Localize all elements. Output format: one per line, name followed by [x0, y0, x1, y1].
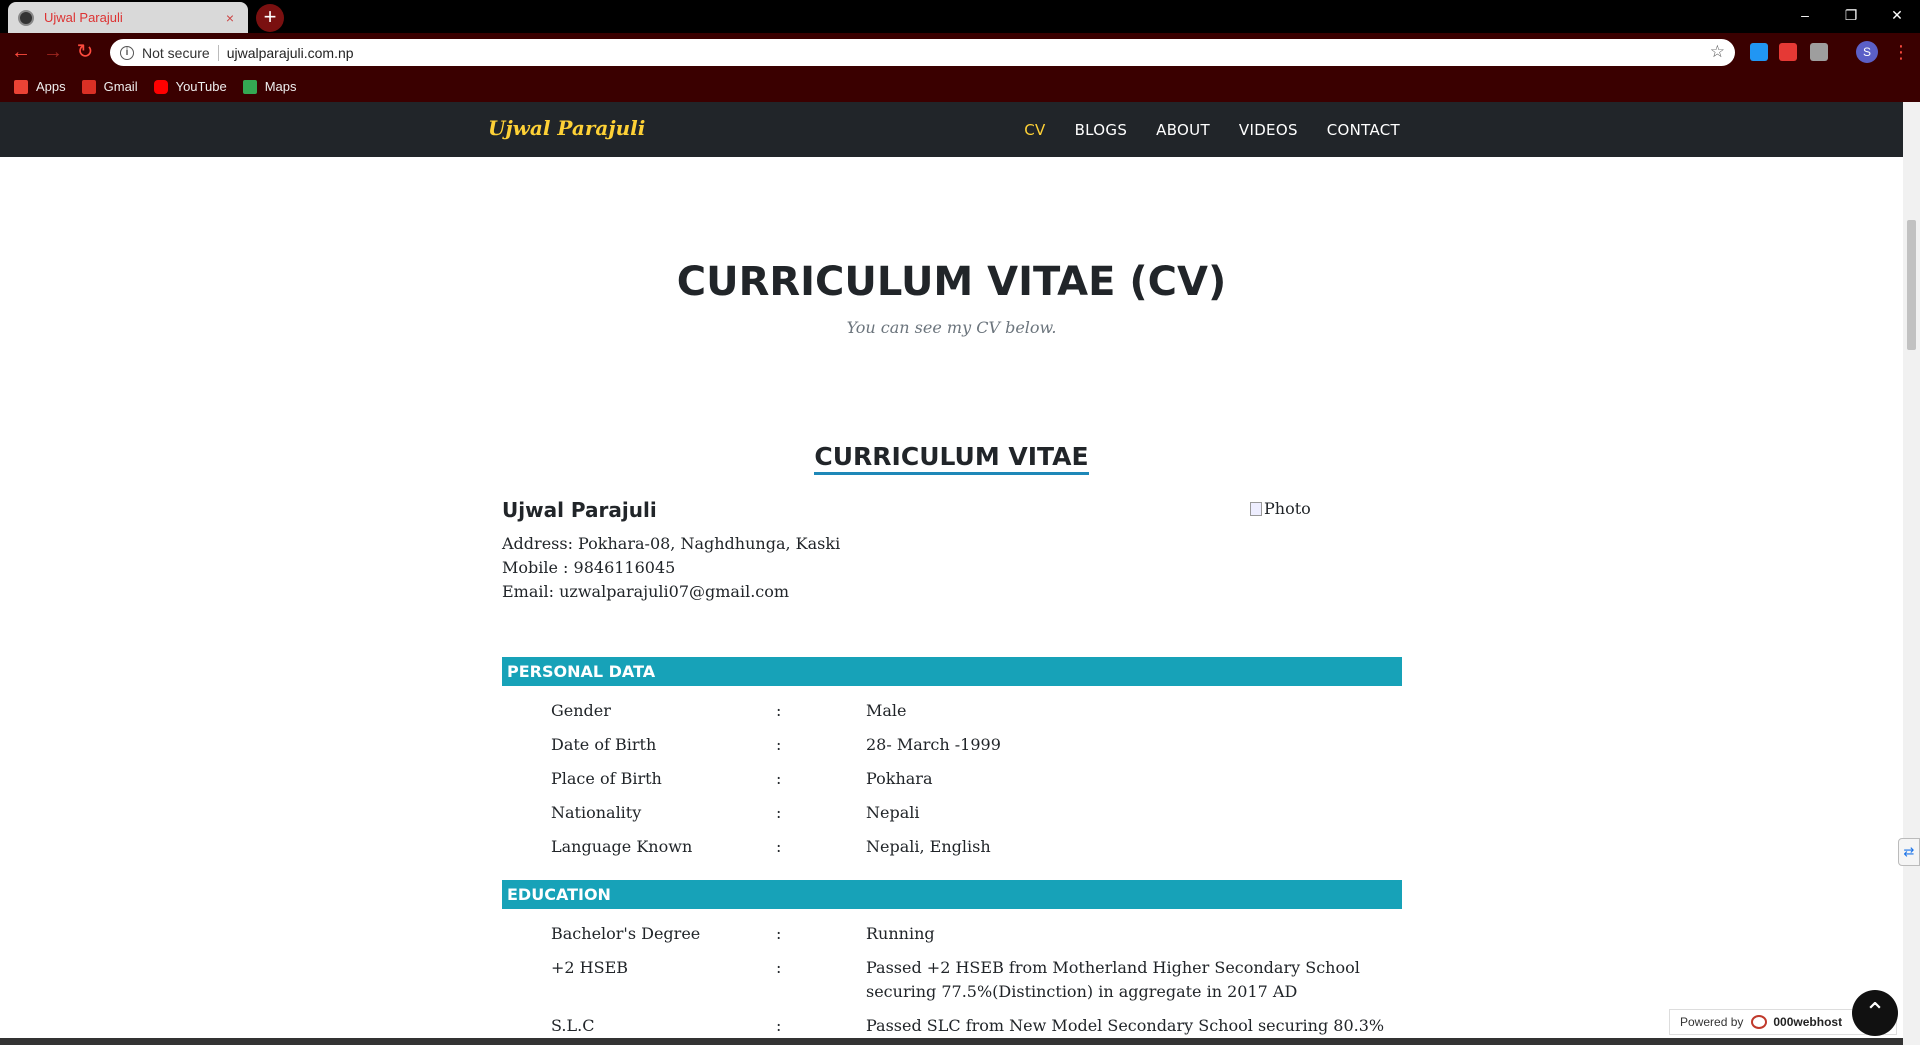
host-name: 000webhost: [1773, 1015, 1843, 1029]
powered-by-label: Powered by: [1680, 1015, 1744, 1029]
field-value: Nepali: [866, 803, 920, 822]
field-key: Date of Birth: [551, 735, 657, 754]
bookmark-apps[interactable]: Apps: [14, 79, 66, 94]
field-key: Language Known: [551, 837, 693, 856]
cv-heading-wrap: CURRICULUM VITAE: [0, 442, 1903, 475]
back-to-top-button[interactable]: ⌃: [1852, 990, 1898, 1036]
nav-cv[interactable]: CV: [1024, 121, 1045, 139]
field-sep: :: [776, 803, 782, 822]
field-value: 28- March -1999: [866, 735, 1001, 754]
cv-contact: Address: Pokhara-08, Naghdhunga, Kaski M…: [502, 532, 840, 604]
security-label[interactable]: Not secure: [142, 44, 219, 61]
site-favicon-icon: [18, 9, 34, 26]
field-sep: :: [776, 701, 782, 720]
nav-blogs[interactable]: BLOGS: [1075, 121, 1128, 139]
profile-avatar[interactable]: S: [1856, 41, 1878, 63]
pocket-icon[interactable]: [1779, 43, 1797, 61]
bookmark-star-icon[interactable]: ☆: [1710, 42, 1725, 62]
tab-close-icon[interactable]: ×: [222, 10, 238, 26]
nav-about[interactable]: ABOUT: [1156, 121, 1210, 139]
cv-email: Email: uzwalparajuli07@gmail.com: [502, 582, 790, 601]
field-value: Running: [866, 924, 935, 943]
field-value: Nepali, English: [866, 837, 991, 856]
close-window-button[interactable]: ✕: [1874, 0, 1920, 30]
webhost-logo-icon: [1751, 1015, 1768, 1029]
new-tab-button[interactable]: +: [256, 4, 284, 32]
field-sep: :: [776, 924, 782, 943]
scrollbar-thumb[interactable]: [1907, 220, 1916, 350]
field-key: Place of Birth: [551, 769, 662, 788]
restore-button[interactable]: ❐: [1828, 0, 1874, 30]
field-key: Gender: [551, 701, 611, 720]
nav-links: CV BLOGS ABOUT VIDEOS CONTACT: [995, 102, 1400, 157]
field-key: Nationality: [551, 803, 642, 822]
nav-contact[interactable]: CONTACT: [1327, 121, 1400, 139]
field-key: S.L.C: [551, 1016, 595, 1035]
extension-puzzle-icon[interactable]: [1810, 43, 1828, 61]
cv-heading: CURRICULUM VITAE: [814, 442, 1089, 475]
field-sep: :: [776, 735, 782, 754]
forward-arrow-icon[interactable]: →: [42, 41, 64, 63]
cv-mobile: Mobile : 9846116045: [502, 558, 676, 577]
bookmark-label: Apps: [36, 79, 66, 94]
browser-tab[interactable]: Ujwal Parajuli ×: [8, 2, 248, 33]
cv-name: Ujwal Parajuli: [502, 498, 657, 522]
field-key: +2 HSEB: [551, 958, 629, 977]
field-sep: :: [776, 837, 782, 856]
extension-icon[interactable]: [1750, 43, 1768, 61]
field-value: Male: [866, 701, 907, 720]
field-sep: :: [776, 1016, 782, 1035]
apps-grid-icon: [14, 79, 28, 94]
cv-photo: Photo: [1250, 499, 1311, 518]
gmail-icon: [81, 79, 96, 94]
tab-title: Ujwal Parajuli: [44, 10, 123, 25]
url-text[interactable]: ujwalparajuli.com.np: [227, 45, 354, 61]
bookmark-label: YouTube: [175, 79, 227, 94]
page-scrollbar[interactable]: [1903, 102, 1920, 1045]
teamviewer-icon[interactable]: ⇄: [1898, 838, 1920, 866]
bookmark-maps[interactable]: Maps: [242, 79, 297, 94]
section-personal-data: PERSONAL DATA: [502, 657, 1402, 686]
field-key: Bachelor's Degree: [551, 924, 701, 943]
bookmark-label: Gmail: [103, 79, 138, 94]
cv-address: Address: Pokhara-08, Naghdhunga, Kaski: [502, 534, 841, 553]
nav-videos[interactable]: VIDEOS: [1239, 121, 1298, 139]
section-education: EDUCATION: [502, 880, 1402, 909]
page-bottom-strip: [0, 1038, 1903, 1045]
browser-tab-bar: Ujwal Parajuli × + – ❐ ✕: [0, 0, 1920, 33]
maps-icon: [242, 79, 257, 94]
bookmarks-bar: Apps Gmail YouTube Maps: [0, 71, 1920, 102]
bookmark-gmail[interactable]: Gmail: [81, 79, 138, 94]
broken-image-icon: [1250, 501, 1262, 516]
menu-kebab-icon[interactable]: ⋮: [1892, 41, 1910, 63]
field-value: Passed SLC from New Model Secondary Scho…: [866, 1016, 1385, 1035]
site-brand[interactable]: Ujwal Parajuli: [488, 116, 645, 140]
field-sep: :: [776, 958, 782, 977]
field-value: Passed +2 HSEB from Motherland Higher Se…: [866, 958, 1360, 1001]
address-bar[interactable]: i Not secure ujwalparajuli.com.np ☆: [110, 39, 1735, 66]
web-page: Ujwal Parajuli CV BLOGS ABOUT VIDEOS CON…: [0, 102, 1903, 1045]
browser-toolbar: ← → ↻ i Not secure ujwalparajuli.com.np …: [0, 33, 1920, 71]
info-icon[interactable]: i: [120, 45, 134, 60]
youtube-icon: [153, 79, 168, 94]
field-value: Pokhara: [866, 769, 933, 788]
reload-icon[interactable]: ↻: [74, 41, 96, 63]
back-arrow-icon[interactable]: ←: [10, 41, 32, 63]
photo-alt-text: Photo: [1264, 499, 1311, 518]
page-subtitle: You can see my CV below.: [846, 318, 1057, 337]
bookmark-youtube[interactable]: YouTube: [153, 79, 227, 94]
minimize-button[interactable]: –: [1782, 0, 1828, 30]
field-sep: :: [776, 769, 782, 788]
page-title: CURRICULUM VITAE (CV): [676, 259, 1227, 305]
site-navbar: Ujwal Parajuli CV BLOGS ABOUT VIDEOS CON…: [0, 102, 1903, 157]
bookmark-label: Maps: [264, 79, 297, 94]
